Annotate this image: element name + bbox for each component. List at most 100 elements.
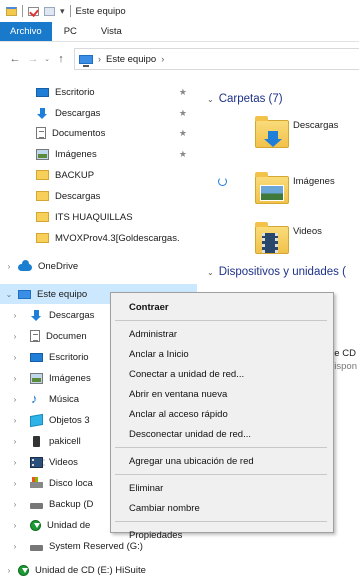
cd-drive-icon (18, 564, 29, 576)
breadcrumb-separator-icon[interactable]: › (98, 54, 101, 64)
navigation-bar: ← → ⌄ ↑ › Este equipo › (0, 42, 359, 76)
menu-item-agregar-ubicacion-red[interactable]: Agregar una ubicación de red (111, 451, 333, 471)
menu-item-contraer[interactable]: Contraer (111, 297, 333, 317)
expand-chevron-icon[interactable]: › (0, 311, 30, 320)
folder-icon (36, 212, 49, 222)
sidebar-item-its-huaquillas[interactable]: ITS HUAQUILLAS (0, 207, 197, 227)
folder-tile-imagenes[interactable]: Imágenes (255, 172, 335, 204)
music-icon (30, 391, 43, 406)
forward-button[interactable]: → (24, 53, 42, 65)
3d-objects-icon (30, 413, 43, 427)
sidebar-item-backup[interactable]: BACKUP (0, 165, 197, 185)
menu-separator (115, 447, 327, 448)
pictures-icon (36, 148, 49, 160)
window-title: Este equipo (75, 5, 126, 17)
phone-icon (33, 435, 40, 447)
group-header-carpetas[interactable]: ⌄ Carpetas (7) (207, 93, 283, 105)
document-icon (30, 330, 40, 342)
pin-icon: ★ (178, 127, 187, 138)
this-pc-icon (79, 54, 93, 67)
menu-item-abrir-ventana-nueva[interactable]: Abrir en ventana nueva (111, 384, 333, 404)
new-folder-icon[interactable] (44, 6, 55, 16)
customize-toolbar-icon[interactable]: ▾ (60, 6, 65, 17)
menu-item-administrar[interactable]: Administrar (111, 324, 333, 344)
context-menu: Contraer Administrar Anclar a Inicio Con… (110, 292, 334, 541)
properties-icon[interactable] (28, 6, 39, 16)
menu-item-desconectar-unidad-red[interactable]: Desconectar unidad de red... (111, 424, 333, 444)
sidebar-item-imagenes[interactable]: Imágenes ★ (0, 144, 197, 164)
expand-chevron-icon[interactable]: › (0, 521, 30, 530)
sidebar-item-mvoxprov[interactable]: MVOXProv4.3[Goldescargas. (0, 228, 197, 248)
onedrive-cloud-icon (18, 260, 32, 271)
sidebar-item-cd-hisuite[interactable]: › Unidad de CD (E:) HiSuite (0, 560, 197, 579)
document-icon (36, 127, 46, 139)
video-icon (30, 456, 45, 468)
sidebar-item-onedrive[interactable]: › OneDrive (0, 256, 197, 276)
expand-chevron-icon[interactable]: › (0, 395, 30, 404)
sidebar-item-escritorio[interactable]: Escritorio ★ (0, 82, 197, 102)
menu-separator (115, 474, 327, 475)
drive-icon (30, 502, 43, 509)
expand-chevron-icon[interactable]: › (0, 262, 18, 271)
menu-item-conectar-unidad-red[interactable]: Conectar a unidad de red... (111, 364, 333, 384)
expand-chevron-icon[interactable]: › (0, 566, 18, 575)
expand-chevron-icon[interactable]: › (0, 458, 30, 467)
breadcrumb-este-equipo[interactable]: Este equipo (106, 54, 156, 65)
folder-icon[interactable] (6, 6, 17, 16)
menu-separator (115, 521, 327, 522)
tab-vista[interactable]: Vista (89, 22, 134, 41)
back-button[interactable]: ← (6, 53, 24, 65)
pin-icon: ★ (178, 148, 187, 159)
group-header-dispositivos[interactable]: ⌄ Dispositivos y unidades ( (207, 266, 346, 278)
desktop-icon (36, 88, 49, 97)
up-button[interactable]: ↑ (52, 53, 70, 65)
collapse-chevron-icon[interactable]: ⌄ (207, 95, 214, 104)
toolbar-divider (22, 5, 23, 17)
pin-icon: ★ (178, 107, 187, 118)
title-bar: ▾ Este equipo (0, 0, 359, 22)
menu-item-eliminar[interactable]: Eliminar (111, 478, 333, 498)
expand-chevron-icon[interactable]: › (0, 416, 30, 425)
breadcrumb-chevron-icon[interactable]: › (161, 54, 164, 64)
menu-item-anclar-acceso-rapido[interactable]: Anclar al acceso rápido (111, 404, 333, 424)
expand-chevron-icon[interactable]: › (0, 437, 30, 446)
menu-item-cambiar-nombre[interactable]: Cambiar nombre (111, 498, 333, 518)
menu-item-propiedades[interactable]: Propiedades (111, 525, 333, 545)
drive-icon (30, 544, 43, 551)
windows-drive-icon (30, 476, 43, 488)
expand-chevron-icon[interactable]: › (0, 542, 30, 551)
pin-icon: ★ (178, 86, 187, 97)
desktop-icon (30, 353, 43, 362)
tab-pc[interactable]: PC (52, 22, 89, 41)
expand-chevron-icon[interactable]: › (0, 374, 30, 383)
ribbon-tabs: Archivo PC Vista (0, 22, 359, 42)
title-divider (69, 5, 71, 17)
videos-folder-icon (255, 222, 289, 254)
folder-icon (36, 233, 49, 243)
pictures-folder-icon (255, 172, 289, 204)
collapse-chevron-icon[interactable]: ⌄ (0, 290, 18, 299)
this-pc-icon (18, 289, 31, 299)
menu-separator (115, 320, 327, 321)
tab-archivo[interactable]: Archivo (0, 22, 52, 41)
cd-drive-icon (30, 519, 41, 531)
expand-chevron-icon[interactable]: › (0, 479, 30, 488)
address-bar[interactable]: › Este equipo › (74, 48, 359, 70)
sidebar-item-descargas[interactable]: Descargas ★ (0, 103, 197, 123)
download-icon (36, 107, 49, 119)
download-icon (30, 309, 43, 321)
downloads-folder-icon (255, 116, 289, 148)
expand-chevron-icon[interactable]: › (0, 332, 30, 341)
menu-item-anclar-inicio[interactable]: Anclar a Inicio (111, 344, 333, 364)
sidebar-item-descargas-folder[interactable]: Descargas (0, 186, 197, 206)
folder-icon (36, 191, 49, 201)
folder-icon (36, 170, 49, 180)
folder-tile-videos[interactable]: Videos (255, 222, 322, 254)
sidebar-item-documentos[interactable]: Documentos ★ (0, 123, 197, 143)
pictures-icon (30, 372, 43, 384)
folder-tile-descargas[interactable]: Descargas (255, 116, 338, 148)
expand-chevron-icon[interactable]: › (0, 500, 30, 509)
expand-chevron-icon[interactable]: › (0, 353, 30, 362)
collapse-chevron-icon[interactable]: ⌄ (207, 268, 214, 277)
recent-locations-button[interactable]: ⌄ (42, 55, 52, 63)
